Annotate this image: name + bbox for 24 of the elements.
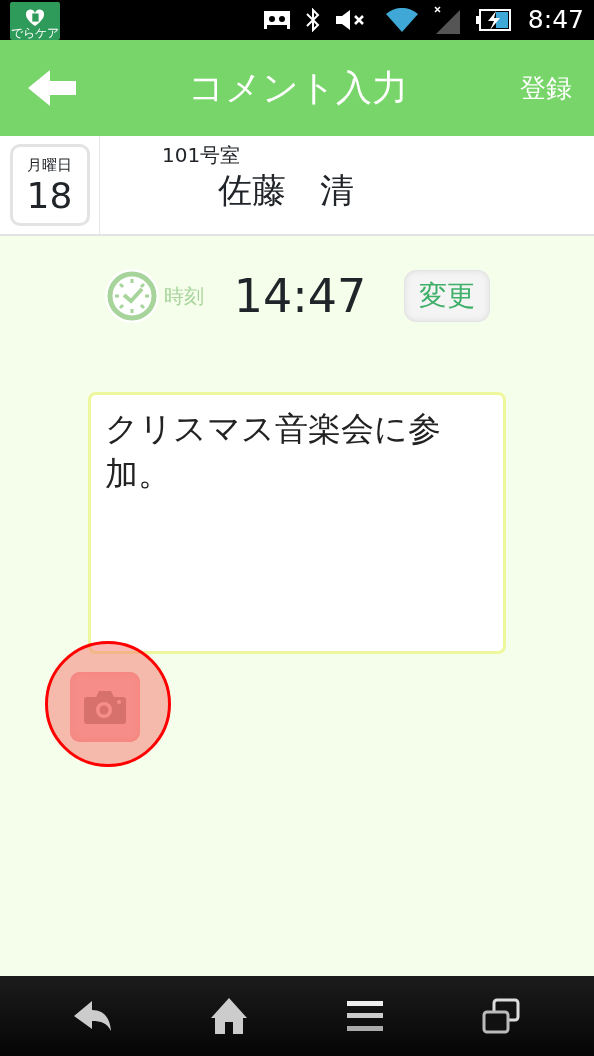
- change-button[interactable]: 変更: [404, 270, 491, 322]
- menu-icon[interactable]: [346, 1001, 383, 1031]
- comment-field[interactable]: クリスマス音楽会に参加。: [88, 392, 506, 654]
- voicemail-icon: [263, 11, 290, 29]
- heart-icon: [25, 8, 45, 27]
- back-icon[interactable]: [73, 1001, 112, 1031]
- weekday-label: 月曜日: [27, 154, 72, 176]
- app-label: でらケア: [11, 26, 59, 40]
- screen-title: コメント入力: [187, 66, 409, 110]
- register-button[interactable]: 登録: [520, 68, 572, 108]
- battery-icon: [475, 9, 512, 31]
- time-value: 14:47: [233, 267, 367, 325]
- recent-apps-icon[interactable]: [482, 998, 521, 1034]
- signal-icon: [433, 6, 460, 34]
- time-label: 時刻: [163, 283, 204, 310]
- clock-time: 8:47: [527, 4, 584, 37]
- bluetooth-icon: [305, 8, 320, 32]
- wifi-icon: [385, 8, 418, 32]
- date-number: 18: [26, 176, 73, 217]
- clock-icon: [103, 268, 160, 324]
- resident-name: 佐藤 清: [218, 170, 354, 211]
- room-number: 101号室: [162, 142, 241, 169]
- home-icon[interactable]: [211, 998, 248, 1034]
- camera-icon: [84, 690, 126, 724]
